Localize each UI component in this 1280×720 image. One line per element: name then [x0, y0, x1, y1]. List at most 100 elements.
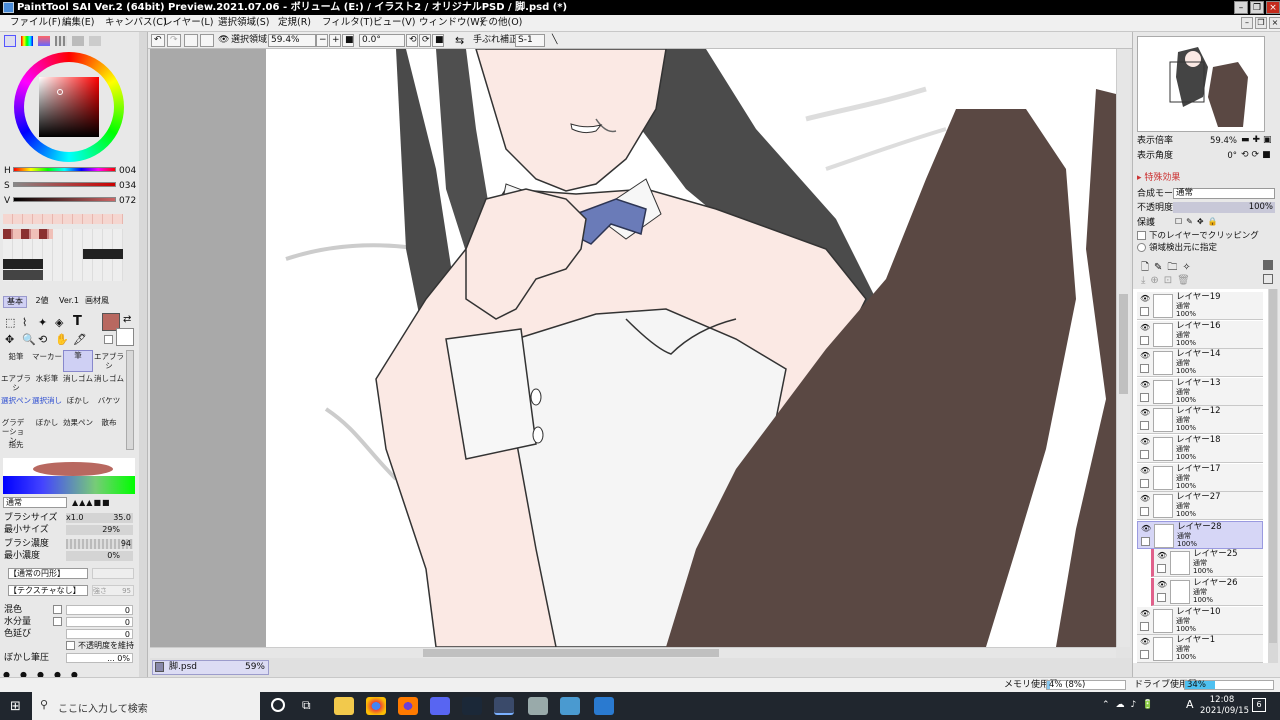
- layer-select-checkbox[interactable]: [1140, 450, 1149, 459]
- canvas-paper[interactable]: [266, 49, 1116, 647]
- layer-select-checkbox[interactable]: [1157, 564, 1166, 574]
- brush-density-field[interactable]: 94: [66, 539, 133, 549]
- brush-size-field[interactable]: x1.0 35.0: [66, 513, 133, 523]
- tab-binary[interactable]: 2値: [30, 296, 54, 308]
- layer-select-checkbox[interactable]: [1141, 536, 1150, 546]
- layer-row[interactable]: 👁 レイヤー27 通常 100%: [1137, 492, 1263, 521]
- layer-row[interactable]: 👁 レイヤー17 通常 100%: [1137, 463, 1263, 492]
- rect-select-icon[interactable]: ⬚: [5, 316, 15, 329]
- tool-select-eraser[interactable]: 選択消し: [32, 396, 62, 405]
- tool-blur-2[interactable]: ぼかし: [32, 418, 62, 427]
- tool-eraser-2[interactable]: 消しゴム: [94, 374, 124, 383]
- layer-select-checkbox[interactable]: [1140, 307, 1149, 316]
- stretch-field[interactable]: 0: [66, 629, 133, 639]
- menu-edit[interactable]: 編集(E): [62, 16, 94, 30]
- menu-other[interactable]: その他(O): [479, 16, 522, 30]
- notification-icon[interactable]: 6: [1252, 698, 1266, 712]
- tool-eraser[interactable]: 消しゴム: [63, 374, 93, 383]
- keep-opacity-checkbox[interactable]: [66, 641, 75, 650]
- color-wheel-mode-icon[interactable]: [4, 35, 16, 47]
- tab-basic[interactable]: 基本: [3, 296, 27, 308]
- protect-icons[interactable]: ☐✎✥🔒: [1175, 217, 1222, 226]
- brush-shape-icons[interactable]: ▲▲▲■■: [72, 498, 111, 507]
- undo-icon[interactable]: ↶: [151, 34, 165, 47]
- document-tab[interactable]: 脚.psd 59%: [152, 660, 269, 675]
- layer-visibility-icon[interactable]: 👁: [1140, 408, 1150, 417]
- navigator-preview[interactable]: [1137, 36, 1265, 132]
- menu-ruler[interactable]: 定規(R): [278, 16, 311, 30]
- brush-mode-select[interactable]: 通常: [3, 497, 67, 508]
- tool-brush[interactable]: 筆: [63, 350, 93, 372]
- discord-icon[interactable]: [430, 697, 450, 715]
- saturation-value-square[interactable]: [39, 77, 99, 137]
- layer-visibility-icon[interactable]: 👁: [1140, 351, 1150, 360]
- layer-select-checkbox[interactable]: [1140, 421, 1149, 431]
- layer-row[interactable]: 👁 レイヤー18 通常 100%: [1137, 435, 1263, 463]
- select-icon[interactable]: ◈: [55, 316, 63, 329]
- opacity-slider[interactable]: 100%: [1173, 202, 1275, 213]
- nav-zoom-value[interactable]: 59.4%: [1181, 136, 1237, 146]
- layer-row[interactable]: 👁 レイヤー28 通常 100%: [1137, 520, 1263, 549]
- min-density-field[interactable]: 0%: [66, 551, 133, 561]
- zoom-field[interactable]: 59.4%: [268, 34, 316, 47]
- menu-canvas[interactable]: キャンバス(C): [105, 16, 167, 30]
- cortana-icon[interactable]: [271, 698, 285, 712]
- layer-visibility-icon[interactable]: 👁: [1157, 551, 1167, 560]
- left-panel-scrollbar[interactable]: [139, 32, 147, 677]
- brush-dot-sizes[interactable]: ●●●●●: [3, 670, 135, 677]
- layer-visibility-icon[interactable]: 👁: [1157, 580, 1167, 589]
- tool-pencil[interactable]: 鉛筆: [1, 352, 31, 361]
- task-view-icon[interactable]: ⧉: [302, 698, 311, 713]
- layer-visibility-icon[interactable]: 👁: [1140, 294, 1150, 303]
- hand-icon[interactable]: ✋: [55, 333, 69, 346]
- color-swatches[interactable]: [3, 229, 123, 281]
- layer-row[interactable]: 👁 レイヤー1 通常 100%: [1137, 635, 1263, 664]
- water-field[interactable]: 0: [66, 617, 133, 627]
- layer-select-checkbox[interactable]: [1140, 392, 1149, 402]
- layer-visibility-icon[interactable]: 👁: [1140, 437, 1150, 446]
- clipping-checkbox[interactable]: [1137, 231, 1146, 240]
- menu-view[interactable]: ビュー(V): [373, 16, 415, 30]
- horizontal-scroll-thumb[interactable]: [423, 649, 719, 657]
- deselect-icon[interactable]: [184, 34, 198, 47]
- menu-selection[interactable]: 選択領域(S): [218, 16, 269, 30]
- layer-row[interactable]: 👁 レイヤー25 通常 100%: [1151, 549, 1263, 578]
- close-button[interactable]: ×: [1266, 1, 1280, 14]
- eyedropper-icon[interactable]: 🖋: [73, 333, 87, 346]
- layer-select-checkbox[interactable]: [1157, 593, 1166, 602]
- color-history[interactable]: [3, 214, 123, 224]
- tool-select-pen[interactable]: 選択ペン: [1, 396, 31, 405]
- canvas-vertical-scrollbar[interactable]: [1116, 49, 1130, 647]
- swap-colors-icon[interactable]: ⇄: [123, 314, 131, 325]
- layer-row[interactable]: 👁 レイヤー26 通常 100%: [1151, 578, 1263, 606]
- blur-pressure-field[interactable]: ... 0%: [66, 653, 133, 663]
- nav-rotate-buttons[interactable]: ⟲⟳■: [1241, 150, 1274, 160]
- app-icon-2[interactable]: [560, 697, 580, 715]
- layer-visibility-icon[interactable]: 👁: [1140, 466, 1150, 475]
- app-icon-1[interactable]: [528, 697, 548, 715]
- canvas-area[interactable]: [150, 49, 1116, 647]
- blend-field[interactable]: 0: [66, 605, 133, 615]
- scratchpad-mode-icon[interactable]: [89, 36, 101, 46]
- layer-row[interactable]: 👁 レイヤー10 通常 100%: [1137, 606, 1263, 635]
- lasso-icon[interactable]: ⌇: [22, 316, 27, 329]
- steam-icon[interactable]: [462, 697, 482, 715]
- rotate-icon[interactable]: ⟲: [38, 333, 47, 346]
- firefox-icon[interactable]: [398, 697, 418, 715]
- layer-visibility-icon[interactable]: 👁: [1140, 494, 1150, 503]
- zoom-out-button[interactable]: −: [316, 34, 328, 47]
- nav-angle-value[interactable]: 0°: [1181, 151, 1237, 161]
- magic-wand-icon[interactable]: ✦: [38, 316, 47, 329]
- texture-select[interactable]: 【テクスチャなし】: [8, 585, 88, 596]
- secondary-color-swatch[interactable]: [116, 328, 134, 346]
- windows-start-icon[interactable]: ⊞: [10, 699, 21, 714]
- layer-visibility-icon[interactable]: 👁: [1140, 637, 1150, 646]
- layer-row[interactable]: 👁 レイヤー12 通常 100%: [1137, 406, 1263, 435]
- clock[interactable]: 12:08 2021/09/15: [1200, 695, 1249, 717]
- layer-select-checkbox[interactable]: [1140, 650, 1149, 660]
- nav-zoom-buttons[interactable]: ▬✚▣: [1241, 135, 1275, 145]
- hsv-slider-mode-icon[interactable]: [38, 36, 50, 46]
- zoom-reset-button[interactable]: ■: [342, 34, 354, 47]
- layer-visibility-icon[interactable]: 👁: [1140, 323, 1150, 332]
- maximize-button[interactable]: ❐: [1250, 1, 1264, 14]
